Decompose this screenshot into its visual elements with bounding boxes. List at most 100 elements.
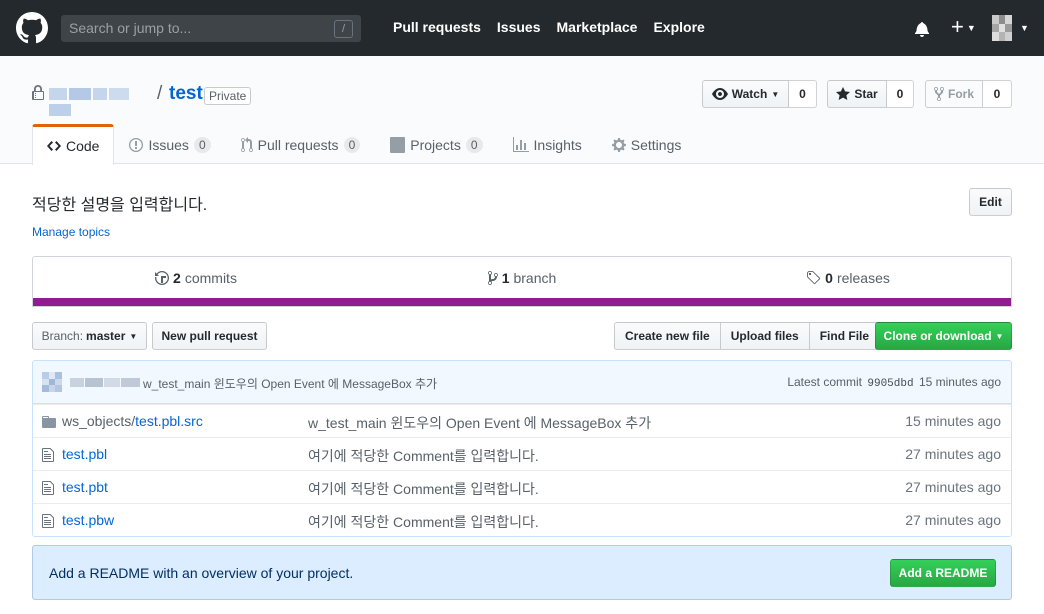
tab-label: Issues <box>148 136 189 153</box>
file-icon <box>42 448 54 462</box>
pull-request-icon <box>240 136 253 152</box>
commit-message-link[interactable]: w_test_main 윈도우의 Open Event 에 MessageBox… <box>143 375 437 392</box>
branch-select-button[interactable]: Branch: master ▼ <box>32 322 147 350</box>
file-name-link[interactable]: test.pbl <box>62 446 107 462</box>
chevron-down-icon: ▼ <box>995 331 1004 341</box>
tab-code[interactable]: Code <box>32 124 115 165</box>
user-avatar-dropdown[interactable]: ▼ <box>992 15 1029 41</box>
commit-sha-link[interactable]: 9905dbd <box>867 378 913 390</box>
fork-count[interactable]: 0 <box>983 80 1012 108</box>
create-new-file-button[interactable]: Create new file <box>614 322 721 350</box>
table-row: test.pbw 여기에 적당한 Comment를 입력합니다. 27 minu… <box>33 503 1011 536</box>
dir-prefix: ws_objects/ <box>62 413 136 429</box>
file-name: test.pbl.src <box>135 413 203 429</box>
file-icon <box>42 514 54 528</box>
private-badge: Private <box>204 87 252 105</box>
create-new-dropdown[interactable]: + ▼ <box>951 16 976 39</box>
nav-marketplace[interactable]: Marketplace <box>557 19 638 35</box>
chevron-down-icon: ▼ <box>1020 23 1029 33</box>
repo-owner-link[interactable] <box>49 87 154 116</box>
nav-issues[interactable]: Issues <box>497 19 541 35</box>
chevron-down-icon: ▼ <box>129 331 138 341</box>
chevron-down-icon: ▼ <box>966 23 976 34</box>
chevron-down-icon: ▼ <box>771 89 780 99</box>
tab-issues[interactable]: Issues 0 <box>114 124 225 164</box>
issue-icon <box>129 137 144 152</box>
clone-label: Clone or download <box>883 329 992 343</box>
readme-prompt: Add a README with an overview of your pr… <box>32 545 1012 600</box>
branches-label: branch <box>513 270 557 286</box>
branch-name: master <box>86 329 126 343</box>
search-box[interactable]: / <box>61 15 361 42</box>
path-separator: / <box>157 83 163 104</box>
repo-nav: Code Issues 0 Pull requests 0 Projects 0… <box>32 124 697 165</box>
find-file-button[interactable]: Find File <box>809 322 881 350</box>
branch-prefix: Branch: <box>41 329 84 343</box>
file-age: 27 minutes ago <box>905 512 1001 528</box>
commits-link[interactable]: 2 commits <box>33 257 359 299</box>
latest-commit-info: Latest commit 9905dbd 15 minutes ago <box>787 375 1001 390</box>
manage-topics-link[interactable]: Manage topics <box>32 225 110 239</box>
file-commit-message[interactable]: 여기에 적당한 Comment를 입력합니다. <box>308 512 539 532</box>
tab-settings[interactable]: Settings <box>597 124 697 164</box>
project-icon <box>390 136 406 153</box>
tab-pull-requests[interactable]: Pull requests 0 <box>226 124 376 164</box>
add-readme-button[interactable]: Add a README <box>890 559 996 587</box>
file-commit-message[interactable]: w_test_main 윈도우의 Open Event 에 MessageBox… <box>308 413 651 433</box>
fork-control: Fork 0 <box>925 80 1012 108</box>
commit-author-link[interactable] <box>70 377 140 388</box>
latest-commit-prefix: Latest commit <box>787 375 863 389</box>
watch-control: Watch ▼ 0 <box>702 80 817 108</box>
new-pull-request-button[interactable]: New pull request <box>152 322 267 350</box>
commit-age: 15 minutes ago <box>918 375 1001 389</box>
watch-button[interactable]: Watch ▼ <box>702 80 789 108</box>
file-commit-message[interactable]: 여기에 적당한 Comment를 입력합니다. <box>308 446 539 466</box>
branches-link[interactable]: 1 branch <box>359 257 685 299</box>
fork-button[interactable]: Fork <box>925 80 983 108</box>
nav-pull-requests[interactable]: Pull requests <box>393 19 481 35</box>
fork-icon <box>933 86 944 102</box>
repo-name-link[interactable]: test <box>169 83 203 105</box>
star-count[interactable]: 0 <box>887 80 914 108</box>
file-age: 27 minutes ago <box>905 479 1001 495</box>
global-nav: Pull requests Issues Marketplace Explore <box>393 19 721 35</box>
code-icon <box>47 141 61 151</box>
watch-count[interactable]: 0 <box>789 80 817 108</box>
clone-download-button[interactable]: Clone or download ▼ <box>875 322 1012 350</box>
releases-count: 0 <box>825 270 833 286</box>
projects-counter: 0 <box>465 136 483 153</box>
star-button[interactable]: Star <box>827 80 887 108</box>
avatar <box>992 15 1012 41</box>
gear-icon <box>611 137 626 152</box>
readme-prompt-text: Add a README with an overview of your pr… <box>49 565 354 581</box>
repo-description: 적당한 설명을 입력합니다. <box>32 197 208 214</box>
file-name-link[interactable]: ws_objects/test.pbl.src <box>62 413 203 429</box>
github-logo-icon[interactable] <box>16 12 48 44</box>
commits-count: 2 <box>173 270 181 286</box>
file-name-link[interactable]: test.pbw <box>62 512 114 528</box>
avatar[interactable] <box>42 372 62 392</box>
upload-files-button[interactable]: Upload files <box>720 322 810 350</box>
issues-counter: 0 <box>193 136 211 153</box>
tab-label: Code <box>66 138 100 154</box>
fork-label: Fork <box>947 87 974 101</box>
file-commit-message[interactable]: 여기에 적당한 Comment를 입력합니다. <box>308 479 539 499</box>
file-actions-group: Create new file Upload files Find File <box>614 322 881 350</box>
nav-explore[interactable]: Explore <box>653 19 704 35</box>
file-name-link[interactable]: test.pbt <box>62 479 108 495</box>
repo-header: / test Private Watch ▼ 0 Star 0 Fork 0 C… <box>0 56 1044 165</box>
language-bar[interactable] <box>33 298 1011 306</box>
tab-label: Settings <box>630 136 682 153</box>
branches-count: 1 <box>501 270 510 286</box>
lock-icon <box>32 85 44 100</box>
releases-link[interactable]: 0 releases <box>685 257 1011 299</box>
tab-projects[interactable]: Projects 0 <box>375 124 497 164</box>
edit-description-button[interactable]: Edit <box>969 188 1012 216</box>
file-age: 15 minutes ago <box>905 413 1001 429</box>
tab-insights[interactable]: Insights <box>498 124 597 164</box>
watch-label: Watch <box>731 87 768 101</box>
releases-label: releases <box>836 270 890 286</box>
search-input[interactable] <box>69 20 319 36</box>
bell-icon[interactable] <box>915 21 929 37</box>
eye-icon <box>711 88 728 100</box>
